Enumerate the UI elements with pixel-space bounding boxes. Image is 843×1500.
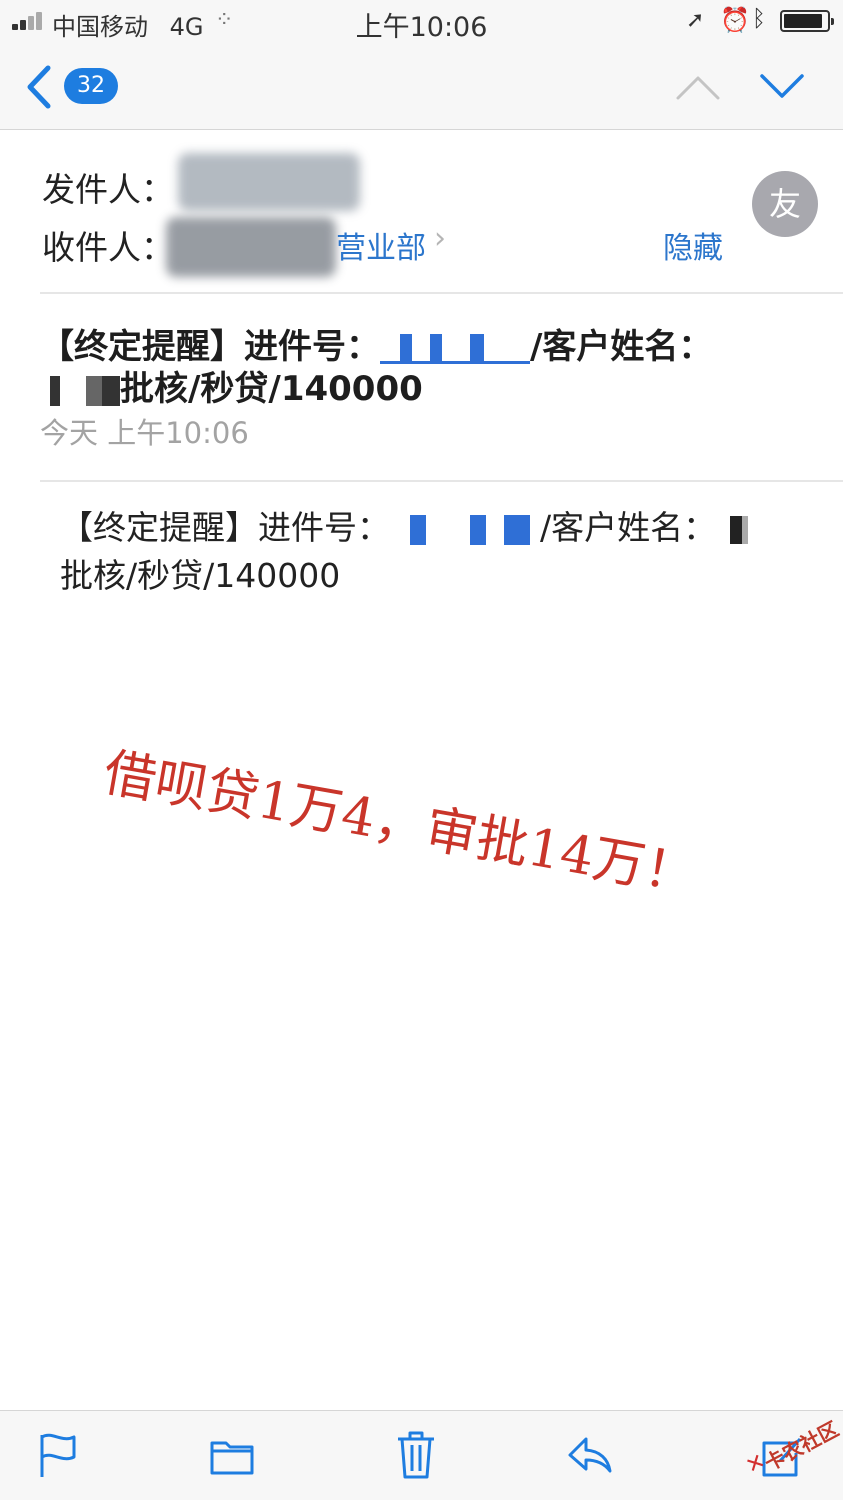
subject-customer-label: /客户姓名： [530, 327, 713, 367]
body-application-number-redacted [390, 514, 540, 545]
reply-icon[interactable] [566, 1429, 614, 1481]
body-prefix: 【终定提醒】进件号： [60, 508, 390, 547]
avatar[interactable]: 友 [752, 171, 818, 237]
message-header: 发件人： 收件人： 营业部 › 隐藏 友 [0, 131, 843, 293]
battery-icon [780, 10, 834, 32]
annotation-text: 借呗贷1万4，审批14万！ [99, 742, 701, 907]
message-body: 【终定提醒】进件号： /客户姓名： 批核/秒贷/140000 [60, 504, 820, 600]
back-button[interactable]: 32 [22, 62, 132, 112]
alarm-clock-icon: ⏰ [720, 6, 750, 34]
application-number-redacted [380, 333, 530, 364]
body-customer-name-redacted [716, 515, 757, 544]
unread-count-badge: 32 [64, 68, 118, 104]
customer-name-redacted [40, 375, 120, 406]
subject-status: 批核/秒贷/140000 [120, 369, 423, 409]
to-label: 收件人： [42, 228, 174, 267]
location-arrow-icon: ➚ [686, 8, 705, 33]
nav-bar: 32 [0, 44, 843, 130]
divider [40, 480, 843, 482]
sender-redacted [178, 153, 360, 211]
chevron-left-icon [27, 65, 51, 109]
bottom-toolbar [0, 1410, 843, 1500]
flag-icon[interactable] [34, 1429, 82, 1481]
trash-icon[interactable] [392, 1429, 440, 1481]
from-label: 发件人： [42, 170, 174, 209]
previous-message-chevron-up-icon[interactable] [674, 68, 722, 104]
message-subject: 【终定提醒】进件号： /客户姓名： 批核/秒贷/140000 [40, 326, 810, 410]
folder-icon[interactable] [208, 1429, 256, 1481]
body-status: 批核/秒贷/140000 [60, 556, 341, 595]
message-datetime: 今天 上午10:06 [40, 416, 249, 450]
recipient-name[interactable]: 营业部 [336, 223, 426, 267]
status-bar: 中国移动 4G ⁘ 上午10:06 ➚ ⏰ ᛒ [0, 0, 843, 44]
status-time: 上午10:06 [355, 12, 488, 43]
recipient-redacted [166, 217, 336, 277]
hide-details-link[interactable]: 隐藏 [663, 223, 723, 267]
chevron-right-icon: › [434, 221, 446, 256]
divider [40, 292, 843, 294]
body-customer-label: /客户姓名： [540, 508, 717, 547]
bluetooth-icon: ᛒ [752, 6, 766, 32]
next-message-chevron-down-icon[interactable] [758, 68, 806, 104]
subject-prefix: 【终定提醒】进件号： [40, 327, 380, 367]
